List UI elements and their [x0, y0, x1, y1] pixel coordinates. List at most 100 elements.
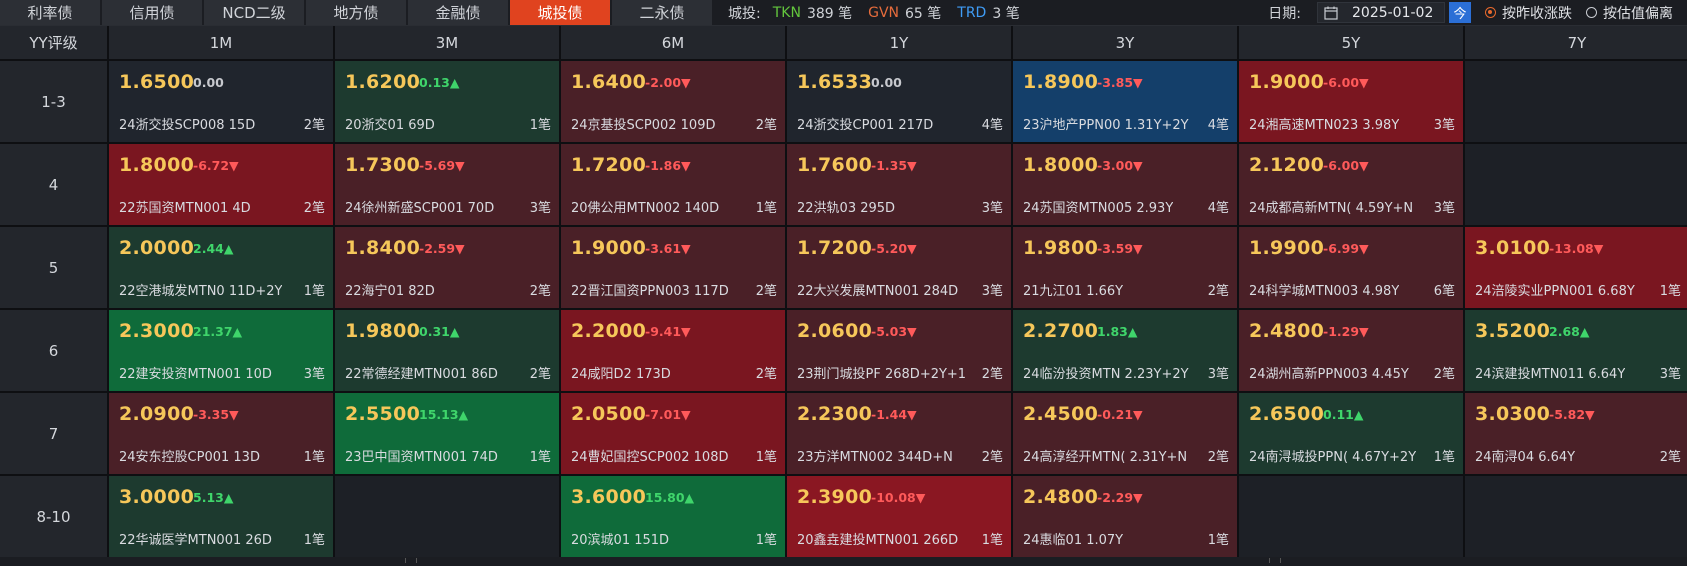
quote-cell[interactable]: 1.6533 0.00 24浙交投CP001 217D 4笔	[787, 61, 1011, 142]
bottom-scroll-bar[interactable]	[0, 557, 1687, 566]
quote-cell[interactable]: 2.5500 15.13▲ 23巴中国资MTN001 74D 1笔	[335, 393, 559, 474]
trade-count: 6笔	[1433, 284, 1455, 299]
column-header: 3Y	[1013, 26, 1237, 59]
quote-cell[interactable]: 3.0300 -5.82▼ 24南浔04 6.64Y 2笔	[1465, 393, 1687, 474]
date-picker[interactable]: 2025-01-02	[1317, 2, 1445, 23]
yield-value: 2.3900	[797, 486, 873, 508]
yield-value: 1.7300	[345, 154, 421, 176]
quote-cell[interactable]: 2.6500 0.11▲ 24南浔城投PPN( 4.67Y+2Y 1笔	[1239, 393, 1463, 474]
date-label: 日期:	[1268, 5, 1301, 22]
trade-count: 3笔	[981, 284, 1003, 299]
quote-cell[interactable]: 2.2000 -9.41▼ 24咸阳D2 173D 2笔	[561, 310, 785, 391]
quote-cell[interactable]: 1.9800 0.31▲ 22常德经建MTN001 86D 2笔	[335, 310, 559, 391]
bond-name: 22常德经建MTN001 86D	[345, 367, 498, 382]
column-header: 1M	[109, 26, 333, 59]
quote-cell[interactable]: 1.8400 -2.59▼ 22海宁01 82D 2笔	[335, 227, 559, 308]
resize-grip-icon[interactable]	[1269, 558, 1281, 563]
bond-name: 24南浔04 6.64Y	[1475, 450, 1576, 465]
quote-cell[interactable]: 2.0600 -5.03▼ 23荆门城投PF 268D+2Y+1 2笔	[787, 310, 1011, 391]
change-value: -3.00▼	[1097, 158, 1143, 173]
quote-cell[interactable]: 1.7200 -1.86▼ 20佛公用MTN002 140D 1笔	[561, 144, 785, 225]
yield-value: 2.0000	[119, 237, 195, 259]
quote-cell[interactable]: 2.4800 -2.29▼ 24惠临01 1.07Y 1笔	[1013, 476, 1237, 557]
bond-name: 20佛公用MTN002 140D	[571, 201, 720, 216]
tab-5[interactable]: 城投债	[510, 0, 610, 25]
tab-3[interactable]: 地方债	[306, 0, 406, 25]
yield-value: 2.2300	[797, 403, 873, 425]
today-button[interactable]: 今	[1449, 2, 1471, 23]
yield-value: 1.7200	[797, 237, 873, 259]
corner-header: YY评级	[0, 26, 107, 59]
quote-cell[interactable]: 1.7300 -5.69▼ 24徐州新盛SCP001 70D 3笔	[335, 144, 559, 225]
radio-on-icon	[1485, 7, 1496, 18]
change-value: 5.13▲	[193, 490, 234, 505]
tab-4[interactable]: 金融债	[408, 0, 508, 25]
quote-cell[interactable]: 2.1200 -6.00▼ 24成都高新MTN( 4.59Y+N 3笔	[1239, 144, 1463, 225]
quote-cell[interactable]: 1.7200 -5.20▼ 22大兴发展MTN001 284D 3笔	[787, 227, 1011, 308]
quote-cell[interactable]: 3.5200 2.68▲ 24滨建投MTN011 6.64Y 3笔	[1465, 310, 1687, 391]
change-value: 2.68▲	[1549, 324, 1590, 339]
calendar-icon	[1324, 6, 1338, 20]
bond-name: 22苏国资MTN001 4D	[119, 201, 251, 216]
change-value: -5.20▼	[871, 241, 917, 256]
quote-cell[interactable]: 3.0000 5.13▲ 22华诚医学MTN001 26D 1笔	[109, 476, 333, 557]
right-controls: 日期: 2025-01-02 今 按昨收涨跌 按估值偏离	[1268, 0, 1687, 25]
change-value: 15.13▲	[419, 407, 469, 422]
quote-cell[interactable]: 1.7600 -1.35▼ 22洪轨03 295D 3笔	[787, 144, 1011, 225]
radio-off-icon	[1586, 7, 1597, 18]
quote-cell[interactable]: 1.6200 0.13▲ 20浙交01 69D 1笔	[335, 61, 559, 142]
quote-cell[interactable]: 2.2300 -1.44▼ 23方洋MTN002 344D+N 2笔	[787, 393, 1011, 474]
quote-cell[interactable]: 1.9800 -3.59▼ 21九江01 1.66Y 2笔	[1013, 227, 1237, 308]
quote-cell[interactable]: 1.8000 -6.72▼ 22苏国资MTN001 4D 2笔	[109, 144, 333, 225]
quote-cell[interactable]: 2.4500 -0.21▼ 24高淳经开MTN( 2.31Y+N 2笔	[1013, 393, 1237, 474]
tab-2[interactable]: NCD二级	[204, 0, 304, 25]
quote-cell[interactable]: 1.8000 -3.00▼ 24苏国资MTN005 2.93Y 4笔	[1013, 144, 1237, 225]
yield-matrix: YY评级 1M 3M 6M 1Y 3Y 5Y 7Y 1-3 1.6500 0.00 24浙交投SCP…	[0, 26, 1687, 557]
empty-cell	[1239, 476, 1463, 557]
yield-value: 2.0500	[571, 403, 647, 425]
quote-cell[interactable]: 2.0500 -7.01▼ 24曹妃国控SCP002 108D 1笔	[561, 393, 785, 474]
quote-cell[interactable]: 1.9900 -6.99▼ 24科学城MTN003 4.98Y 6笔	[1239, 227, 1463, 308]
yield-value: 1.6400	[571, 71, 647, 93]
date-value: 2025-01-02	[1352, 4, 1434, 21]
quote-cell[interactable]: 3.0100 -13.08▼ 24涪陵实业PPN001 6.68Y 1笔	[1465, 227, 1687, 308]
yield-value: 1.9900	[1249, 237, 1325, 259]
yield-value: 1.8000	[119, 154, 195, 176]
quote-cell[interactable]: 3.6000 15.80▲ 20滨城01 151D 1笔	[561, 476, 785, 557]
radio-by-deviation[interactable]: 按估值偏离	[1586, 3, 1673, 23]
quote-cell[interactable]: 2.4800 -1.29▼ 24湖州高新PPN003 4.45Y 2笔	[1239, 310, 1463, 391]
quote-cell[interactable]: 2.3000 21.37▲ 22建安投资MTN001 10D 3笔	[109, 310, 333, 391]
bond-name: 24科学城MTN003 4.98Y	[1249, 284, 1400, 299]
change-value: 0.00	[193, 75, 224, 90]
trade-count: 1笔	[303, 533, 325, 548]
bond-name: 23荆门城投PF 268D+2Y+1	[797, 367, 967, 382]
quote-cell[interactable]: 1.6500 0.00 24浙交投SCP008 15D 2笔	[109, 61, 333, 142]
row-header: 6	[0, 310, 107, 391]
quote-cell[interactable]: 2.2700 1.83▲ 24临汾投资MTN 2.23Y+2Y 3笔	[1013, 310, 1237, 391]
trade-count: 1笔	[981, 533, 1003, 548]
bond-name: 23方洋MTN002 344D+N	[797, 450, 953, 465]
quote-cell[interactable]: 2.0900 -3.35▼ 24安东控股CP001 13D 1笔	[109, 393, 333, 474]
yield-value: 3.5200	[1475, 320, 1551, 342]
bond-name: 24徐州新盛SCP001 70D	[345, 201, 495, 216]
quote-cell[interactable]: 2.3900 -10.08▼ 20鑫垚建投MTN001 266D 1笔	[787, 476, 1011, 557]
resize-grip-icon[interactable]	[405, 558, 417, 563]
quote-cell[interactable]: 1.9000 -3.61▼ 22晋江国资PPN003 117D 2笔	[561, 227, 785, 308]
change-value: 2.44▲	[193, 241, 234, 256]
yield-value: 2.4500	[1023, 403, 1099, 425]
yield-value: 3.6000	[571, 486, 647, 508]
quote-cell[interactable]: 1.9000 -6.00▼ 24湘高速MTN023 3.98Y 3笔	[1239, 61, 1463, 142]
yield-value: 1.9000	[571, 237, 647, 259]
radio-by-change[interactable]: 按昨收涨跌	[1485, 3, 1572, 23]
change-value: -3.59▼	[1097, 241, 1143, 256]
tab-6[interactable]: 二永债	[612, 0, 712, 25]
tkn-label: TKN	[772, 4, 801, 21]
tab-1[interactable]: 信用债	[102, 0, 202, 25]
change-value: -1.29▼	[1323, 324, 1369, 339]
tab-0[interactable]: 利率债	[0, 0, 100, 25]
bond-name: 24高淳经开MTN( 2.31Y+N	[1023, 450, 1188, 465]
quote-cell[interactable]: 1.6400 -2.00▼ 24京基投SCP002 109D 2笔	[561, 61, 785, 142]
trd-count: 3 笔	[992, 5, 1020, 22]
quote-cell[interactable]: 1.8900 -3.85▼ 23沪地产PPN00 1.31Y+2Y 4笔	[1013, 61, 1237, 142]
quote-cell[interactable]: 2.0000 2.44▲ 22空港城发MTN0 11D+2Y 1笔	[109, 227, 333, 308]
